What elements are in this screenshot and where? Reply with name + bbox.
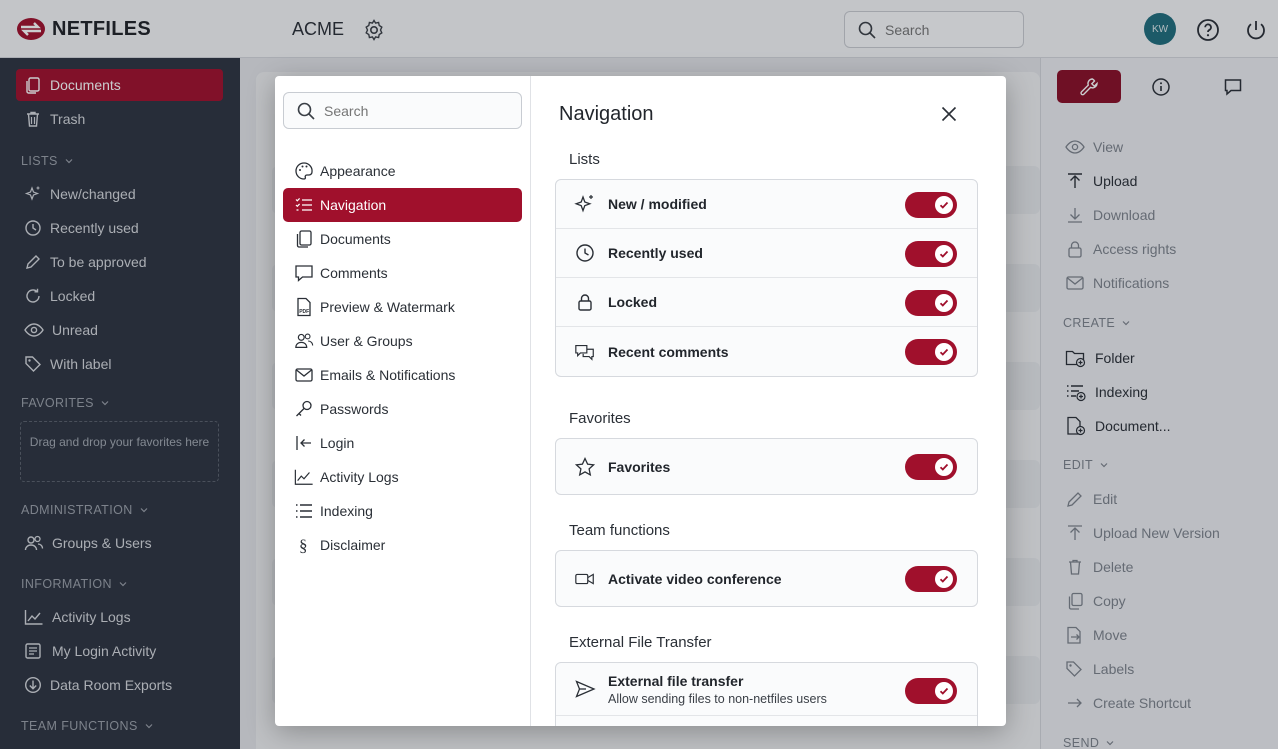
mail-icon [294, 365, 314, 385]
check-icon [935, 570, 953, 588]
toggle-video-conference[interactable] [905, 566, 957, 592]
sparkle-icon [574, 193, 596, 215]
settings-menu-label: Passwords [320, 401, 389, 417]
close-icon[interactable] [939, 104, 959, 124]
group-favorites: Favorites [555, 438, 978, 495]
settings-menu-activity-logs[interactable]: Activity Logs [283, 460, 522, 494]
settings-menu-label: Comments [320, 265, 388, 281]
svg-text:§: § [299, 536, 308, 555]
setting-row-recently-used: Recently used [556, 229, 977, 278]
login-icon [294, 433, 314, 453]
setting-row-external-file-transfer: External file transfer Allow sending fil… [556, 663, 977, 716]
setting-row-video-conference: Activate video conference [556, 551, 977, 606]
settings-menu-label: Login [320, 435, 355, 451]
check-icon [935, 343, 953, 361]
settings-menu-label: Emails & Notifications [320, 367, 456, 383]
setting-row-favorites: Favorites [556, 439, 977, 494]
toggle-recent-comments[interactable] [905, 339, 957, 365]
settings-menu-label: Activity Logs [320, 469, 399, 485]
settings-menu-indexing[interactable]: Indexing [283, 494, 522, 528]
paragraph-icon: § [294, 535, 314, 555]
toggle-favorites[interactable] [905, 454, 957, 480]
settings-menu-label: User & Groups [320, 333, 413, 349]
settings-menu-login[interactable]: Login [283, 426, 522, 460]
setting-description: Allow sending files to non-netfiles user… [608, 691, 827, 706]
setting-label: Recently used [608, 245, 703, 261]
check-icon [935, 682, 953, 700]
settings-menu-comments[interactable]: Comments [283, 256, 522, 290]
settings-menu-label: Preview & Watermark [320, 299, 455, 315]
settings-menu-documents[interactable]: Documents [283, 222, 522, 256]
settings-menu-label: Navigation [320, 197, 387, 213]
search-icon [297, 102, 315, 120]
send-icon [574, 678, 596, 700]
group-team-functions: Activate video conference [555, 550, 978, 607]
lock-icon [574, 291, 596, 313]
svg-text:PDF: PDF [299, 309, 309, 315]
indexing-icon [294, 501, 314, 521]
setting-text: External file transfer Allow sending fil… [608, 673, 827, 706]
settings-menu-disclaimer[interactable]: § Disclaimer [283, 528, 522, 562]
settings-menu-emails-notifications[interactable]: Emails & Notifications [283, 358, 522, 392]
group-external-file-transfer: External file transfer Allow sending fil… [555, 662, 978, 726]
settings-dialog: Appearance Navigation Documents Comments… [275, 76, 1006, 726]
comments-icon [574, 341, 596, 363]
settings-menu-user-groups[interactable]: User & Groups [283, 324, 522, 358]
settings-menu-preview-watermark[interactable]: PDF Preview & Watermark [283, 290, 522, 324]
key-icon [294, 399, 314, 419]
users-icon [294, 331, 314, 351]
settings-search[interactable] [283, 92, 522, 129]
setting-row-recent-comments: Recent comments [556, 327, 977, 376]
video-icon [574, 568, 596, 590]
settings-menu-passwords[interactable]: Passwords [283, 392, 522, 426]
setting-label: External file transfer [608, 672, 744, 689]
setting-row-new-modified: New / modified [556, 180, 977, 229]
settings-menu-label: Indexing [320, 503, 373, 519]
check-icon [935, 458, 953, 476]
setting-label: Locked [608, 294, 658, 310]
check-icon [935, 294, 953, 312]
group-title-external-file-transfer: External File Transfer [569, 634, 712, 651]
setting-label: Favorites [608, 458, 671, 475]
dialog-title: Navigation [559, 103, 654, 125]
comment-icon [294, 263, 314, 283]
clock-icon [574, 242, 596, 264]
toggle-locked[interactable] [905, 290, 957, 316]
setting-label: New / modified [608, 196, 707, 212]
settings-menu-label: Appearance [320, 163, 396, 179]
settings-search-input[interactable] [324, 102, 504, 119]
pdf-icon: PDF [294, 297, 314, 317]
group-lists: New / modified Recently used Locked Rece… [555, 179, 978, 377]
settings-menu-navigation[interactable]: Navigation [283, 188, 522, 222]
setting-label: Activate video conference [608, 570, 782, 587]
group-title-favorites: Favorites [569, 410, 631, 427]
group-title-lists: Lists [569, 151, 600, 168]
settings-menu-label: Disclaimer [320, 537, 386, 553]
toggle-recently-used[interactable] [905, 241, 957, 267]
chart-icon [294, 467, 314, 487]
settings-menu-appearance[interactable]: Appearance [283, 154, 522, 188]
toggle-external-file-transfer[interactable] [905, 678, 957, 704]
list-check-icon [294, 195, 314, 215]
check-icon [935, 245, 953, 263]
group-title-team-functions: Team functions [569, 522, 670, 539]
settings-menu-label: Documents [320, 231, 391, 247]
setting-row-partial [556, 716, 977, 726]
settings-menu: Appearance Navigation Documents Comments… [275, 76, 531, 726]
palette-icon [294, 161, 314, 181]
check-icon [935, 196, 953, 214]
setting-label: Recent comments [608, 343, 729, 360]
setting-row-locked: Locked [556, 278, 977, 327]
star-icon [574, 456, 596, 478]
settings-content: Navigation Lists New / modified Recently… [531, 76, 1006, 726]
documents-icon [294, 229, 314, 249]
toggle-new-modified[interactable] [905, 192, 957, 218]
